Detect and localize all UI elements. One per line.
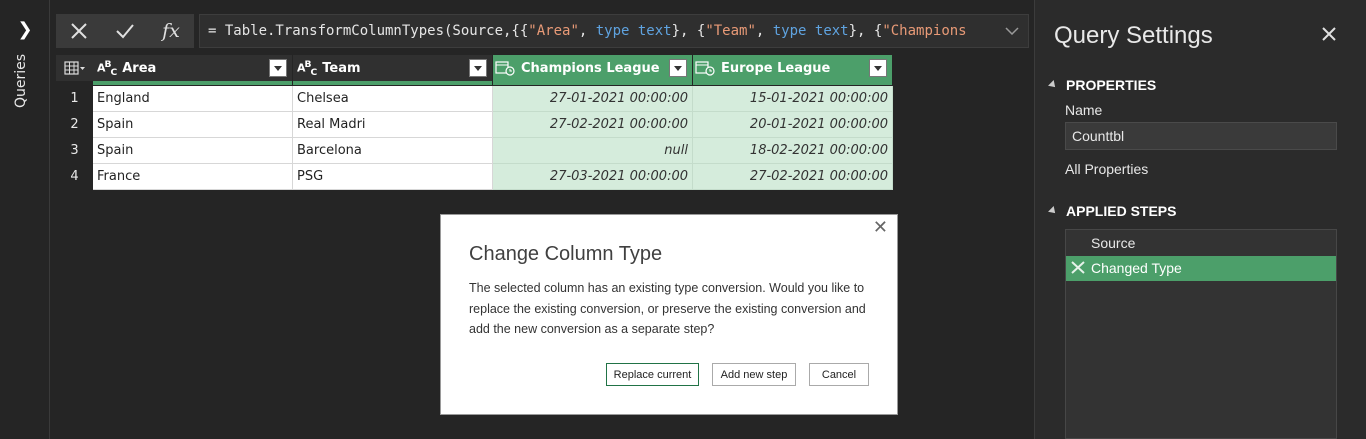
formula-keyword: type text xyxy=(595,23,672,39)
column-quality-bar xyxy=(93,81,292,85)
column-header-label: Team xyxy=(322,60,361,76)
row-number[interactable]: 3 xyxy=(56,138,93,164)
dialog-title: Change Column Type xyxy=(469,243,663,265)
chevron-down-icon xyxy=(274,65,282,71)
column-header-europe-league[interactable]: Europe League xyxy=(693,55,892,81)
table-cell[interactable]: Barcelona xyxy=(293,138,493,164)
text-type-icon[interactable]: ABC xyxy=(97,59,117,78)
formula-text: }, { xyxy=(671,23,706,39)
add-new-step-button[interactable]: Add new step xyxy=(712,363,796,386)
row-number[interactable]: 2 xyxy=(56,112,93,138)
formula-string: "Team" xyxy=(705,23,756,39)
expand-formula-button[interactable] xyxy=(1004,15,1020,47)
column-filter-button[interactable] xyxy=(469,59,487,77)
commit-formula-button[interactable] xyxy=(102,14,148,48)
table-cell[interactable]: 27-02-2021 00:00:00 xyxy=(693,164,893,190)
data-grid: ABC Area ABC Team Champions League Europ… xyxy=(56,55,893,191)
queries-label[interactable]: Queries xyxy=(13,54,29,108)
table-cell[interactable]: 18-02-2021 00:00:00 xyxy=(693,138,893,164)
replace-current-button[interactable]: Replace current xyxy=(606,363,699,386)
table-cell[interactable]: 15-01-2021 00:00:00 xyxy=(693,86,893,112)
table-cell[interactable]: France xyxy=(93,164,293,190)
step-label: Changed Type xyxy=(1091,260,1182,276)
table-cell[interactable]: PSG xyxy=(293,164,493,190)
table-cell[interactable]: 27-03-2021 00:00:00 xyxy=(493,164,693,190)
table-cell[interactable]: Spain xyxy=(93,112,293,138)
chevron-down-icon xyxy=(874,65,882,71)
cancel-formula-button[interactable] xyxy=(56,14,102,48)
column-header-label: Europe League xyxy=(721,60,831,76)
formula-bar-buttons: fx xyxy=(56,14,194,48)
column-filter-button[interactable] xyxy=(869,59,887,77)
table-icon xyxy=(63,61,85,75)
section-title: PROPERTIES xyxy=(1066,77,1157,93)
chevron-down-icon xyxy=(474,65,482,71)
properties-section-header[interactable]: PROPERTIES xyxy=(1048,77,1157,93)
insert-function-button[interactable]: fx xyxy=(148,14,194,48)
applied-steps-list: Source Changed Type xyxy=(1065,229,1337,439)
table-cell[interactable]: Chelsea xyxy=(293,86,493,112)
expand-queries-chevron-icon[interactable]: ❯ xyxy=(17,20,33,40)
row-number[interactable]: 4 xyxy=(56,164,93,190)
dialog-close-icon[interactable]: ✕ xyxy=(873,219,888,237)
dialog-message: The selected column has an existing type… xyxy=(469,281,866,336)
table-cell[interactable]: 27-01-2021 00:00:00 xyxy=(493,86,693,112)
formula-text: = Table.TransformColumnTypes(Source,{{ xyxy=(208,23,529,39)
step-source[interactable]: Source xyxy=(1066,231,1336,256)
chevron-down-icon xyxy=(1005,27,1019,35)
column-header-label: Champions League xyxy=(521,60,660,76)
fx-icon: fx xyxy=(162,20,180,42)
table-cell[interactable]: Spain xyxy=(93,138,293,164)
section-title: APPLIED STEPS xyxy=(1066,203,1177,219)
step-label: Source xyxy=(1091,235,1136,251)
query-settings-pane: Query Settings PROPERTIES Name Counttbl … xyxy=(1034,0,1366,439)
name-label: Name xyxy=(1065,102,1103,118)
close-icon xyxy=(1322,27,1336,41)
formula-input[interactable]: = Table.TransformColumnTypes(Source,{{"A… xyxy=(199,14,1029,48)
table-cell[interactable]: England xyxy=(93,86,293,112)
formula-string: "Area" xyxy=(528,23,579,39)
column-quality-bar xyxy=(493,81,692,85)
column-quality-bar xyxy=(293,81,492,85)
column-filter-button[interactable] xyxy=(669,59,687,77)
column-header-area[interactable]: ABC Area xyxy=(93,55,292,81)
table-cell[interactable]: 27-02-2021 00:00:00 xyxy=(493,112,693,138)
table-cell[interactable]: 20-01-2021 00:00:00 xyxy=(693,112,893,138)
collapse-triangle-icon xyxy=(1048,80,1058,90)
formula-text: , xyxy=(755,23,773,39)
datetime-type-icon[interactable] xyxy=(695,60,715,76)
column-header-team[interactable]: ABC Team xyxy=(293,55,492,81)
column-header-champions-league[interactable]: Champions League xyxy=(493,55,692,81)
pane-title: Query Settings xyxy=(1054,22,1213,49)
table-cell[interactable]: null xyxy=(493,138,693,164)
row-number[interactable]: 1 xyxy=(56,86,93,112)
formula-text: , xyxy=(578,23,596,39)
column-quality-bar xyxy=(693,81,892,85)
cancel-button[interactable]: Cancel xyxy=(809,363,869,386)
delete-step-icon[interactable] xyxy=(1071,261,1086,274)
table-menu-button[interactable] xyxy=(56,55,93,81)
table-cell[interactable]: Real Madri xyxy=(293,112,493,138)
close-icon xyxy=(71,23,87,39)
formula-text: }, { xyxy=(848,23,883,39)
column-header-label: Area xyxy=(122,60,157,76)
query-name-input[interactable]: Counttbl xyxy=(1065,122,1337,150)
change-column-type-dialog: ✕ Change Column Type The selected column… xyxy=(440,214,898,415)
applied-steps-section-header[interactable]: APPLIED STEPS xyxy=(1048,203,1177,219)
chevron-down-icon xyxy=(674,65,682,71)
datetime-type-icon[interactable] xyxy=(495,60,515,76)
queries-rail: ❯ Queries xyxy=(0,0,50,439)
power-query-editor: ❯ Queries fx = Table.TransformColumnType… xyxy=(0,0,1366,439)
all-properties-link[interactable]: All Properties xyxy=(1065,161,1148,177)
text-type-icon[interactable]: ABC xyxy=(297,59,317,78)
formula-string: "Champions xyxy=(882,23,967,39)
formula-keyword: type text xyxy=(772,23,849,39)
column-filter-button[interactable] xyxy=(269,59,287,77)
checkmark-icon xyxy=(116,24,134,39)
pane-close-button[interactable] xyxy=(1321,26,1337,46)
step-changed-type[interactable]: Changed Type xyxy=(1066,256,1336,281)
collapse-triangle-icon xyxy=(1048,206,1058,216)
